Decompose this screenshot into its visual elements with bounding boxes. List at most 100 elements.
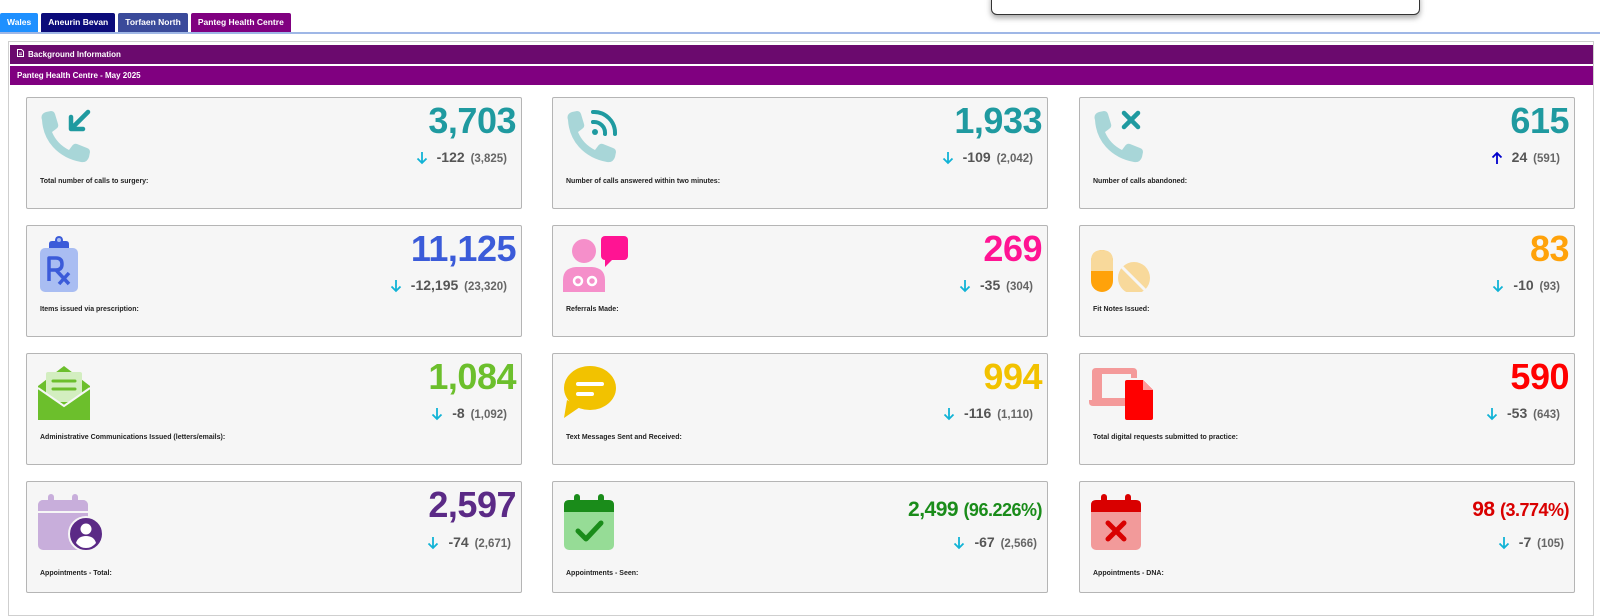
card-label: Referrals Made: — [566, 306, 619, 313]
card-label: Total number of calls to surgery: — [40, 178, 149, 185]
card-change-value: 24 — [1511, 149, 1528, 165]
tab-underline — [0, 32, 1600, 34]
card-change: -67 (2,566) — [953, 534, 1037, 553]
card-change-value: -116 — [964, 405, 992, 421]
card-change: -74 (2,671) — [427, 534, 511, 553]
stat-card-calls-abandoned: 615 24 (591) Number of calls abandoned: — [1079, 97, 1575, 209]
card-value-number: 2,499 — [908, 498, 959, 521]
arrow-down-icon — [953, 536, 965, 553]
card-label: Number of calls abandoned: — [1093, 178, 1188, 185]
card-label: Appointments - Seen: — [566, 570, 639, 577]
card-change: 24 (591) — [1491, 149, 1560, 168]
phone-answered-icon — [562, 108, 618, 164]
card-previous-value: (591) — [1533, 153, 1560, 165]
card-change-value: -8 — [452, 405, 465, 421]
calendar-user-icon — [36, 492, 104, 552]
calendar-x-icon — [1089, 492, 1145, 550]
phone-incoming-icon — [36, 108, 92, 164]
card-previous-value: (23,320) — [464, 281, 507, 293]
stat-card-appointments-seen: 2,499 (96.226%) -67 (2,566) Appointments… — [552, 481, 1048, 593]
card-value: 98 (3.774%) — [1472, 498, 1569, 522]
phone-missed-icon — [1089, 108, 1145, 164]
card-label: Appointments - Total: — [40, 570, 112, 577]
card-change: -10 (93) — [1492, 277, 1560, 296]
stat-card-prescription-items: 11,125 -12,195 (23,320) Items issued via… — [26, 225, 522, 337]
card-value: 1,933 — [954, 100, 1042, 141]
prescription-icon — [36, 236, 92, 292]
card-change: -53 (643) — [1486, 405, 1560, 424]
card-label: Fit Notes Issued: — [1093, 306, 1150, 313]
arrow-down-icon — [431, 407, 443, 424]
card-change-value: -122 — [436, 149, 465, 165]
calendar-check-icon — [562, 492, 618, 550]
card-change: -116 (1,110) — [943, 405, 1033, 424]
card-value: 11,125 — [410, 228, 517, 269]
card-label: Administrative Communications Issued (le… — [40, 434, 226, 441]
card-change-value: -67 — [974, 534, 995, 550]
card-previous-value: (1,092) — [470, 409, 507, 421]
card-previous-value: (2,042) — [996, 153, 1033, 165]
arrow-down-icon — [390, 279, 402, 296]
card-previous-value: (1,110) — [997, 409, 1033, 421]
card-change: -7 (105) — [1498, 534, 1564, 553]
stat-card-calls-answered: 1,933 -109 (2,042) Number of calls answe… — [552, 97, 1048, 209]
card-label: Appointments - DNA: — [1093, 570, 1164, 577]
practice-title-bar: Panteg Health Centre - May 2025 — [10, 66, 1593, 85]
card-change-value: -53 — [1507, 405, 1528, 421]
stat-card-appointments-total: 2,597 -74 (2,671) Appointments - Total: — [26, 481, 522, 593]
card-label: Total digital requests submitted to prac… — [1093, 434, 1238, 441]
arrow-down-icon — [1486, 407, 1498, 424]
tab-panteg-health-centre[interactable]: Panteg Health Centre — [190, 13, 291, 32]
card-value: 269 — [983, 228, 1042, 269]
breadcrumb-tabs: Wales Aneurin Bevan Torfaen North Panteg… — [0, 13, 291, 32]
card-previous-value: (93) — [1539, 281, 1560, 293]
tab-torfaen-north[interactable]: Torfaen North — [118, 13, 188, 32]
background-info-label: Background Information — [28, 50, 121, 59]
stat-card-total-calls: 3,703 -122 (3,825) Total number of calls… — [26, 97, 522, 209]
card-change-value: -10 — [1513, 277, 1534, 293]
card-value-percent: (96.226%) — [963, 500, 1042, 520]
card-value: 3,703 — [428, 100, 516, 141]
card-value: 2,597 — [428, 484, 516, 526]
card-value: 83 — [1529, 228, 1570, 269]
arrow-up-icon — [1491, 151, 1503, 168]
card-previous-value: (304) — [1006, 281, 1033, 293]
card-previous-value: (2,566) — [1000, 538, 1037, 550]
chat-bubble-icon — [562, 364, 618, 420]
card-change: -8 (1,092) — [431, 405, 507, 424]
card-label: Items issued via prescription: — [40, 306, 139, 313]
card-change-value: -12,195 — [410, 277, 459, 293]
arrow-down-icon — [416, 151, 428, 168]
card-change: -35 (304) — [959, 277, 1033, 296]
arrow-down-icon — [959, 279, 971, 296]
card-value: 994 — [983, 356, 1042, 397]
card-previous-value: (643) — [1533, 409, 1560, 421]
card-previous-value: (2,671) — [474, 538, 511, 550]
card-change: -109 (2,042) — [942, 149, 1033, 168]
card-value: 1,084 — [428, 356, 516, 397]
stat-card-appointments-dna: 98 (3.774%) -7 (105) Appointments - DNA: — [1079, 481, 1575, 593]
pills-icon — [1089, 236, 1150, 294]
card-value-percent: (3.774%) — [1499, 500, 1570, 520]
card-change-value: -109 — [962, 149, 991, 165]
laptop-file-icon — [1089, 364, 1153, 420]
document-icon — [17, 45, 24, 64]
card-value-number: 98 — [1472, 498, 1495, 521]
background-info-bar[interactable]: Background Information — [10, 45, 1593, 64]
stat-card-text-messages: 994 -116 (1,110) Text Messages Sent and … — [552, 353, 1048, 465]
card-change-value: -35 — [980, 277, 1001, 293]
card-change: -12,195 (23,320) — [390, 277, 507, 296]
tab-wales[interactable]: Wales — [0, 13, 39, 32]
doctor-chat-icon — [562, 236, 628, 292]
arrow-down-icon — [1498, 536, 1510, 553]
arrow-down-icon — [427, 536, 439, 553]
dropdown-popup[interactable] — [991, 0, 1420, 15]
card-change-value: -74 — [448, 534, 469, 550]
card-label: Number of calls answered within two minu… — [566, 178, 721, 185]
card-previous-value: (3,825) — [470, 153, 507, 165]
card-label: Text Messages Sent and Received: — [566, 434, 682, 441]
tab-aneurin-bevan[interactable]: Aneurin Bevan — [41, 13, 116, 32]
stat-card-digital-requests: 590 -53 (643) Total digital requests sub… — [1079, 353, 1575, 465]
card-value: 590 — [1510, 356, 1569, 397]
stat-card-referrals: 269 -35 (304) Referrals Made: — [552, 225, 1048, 337]
